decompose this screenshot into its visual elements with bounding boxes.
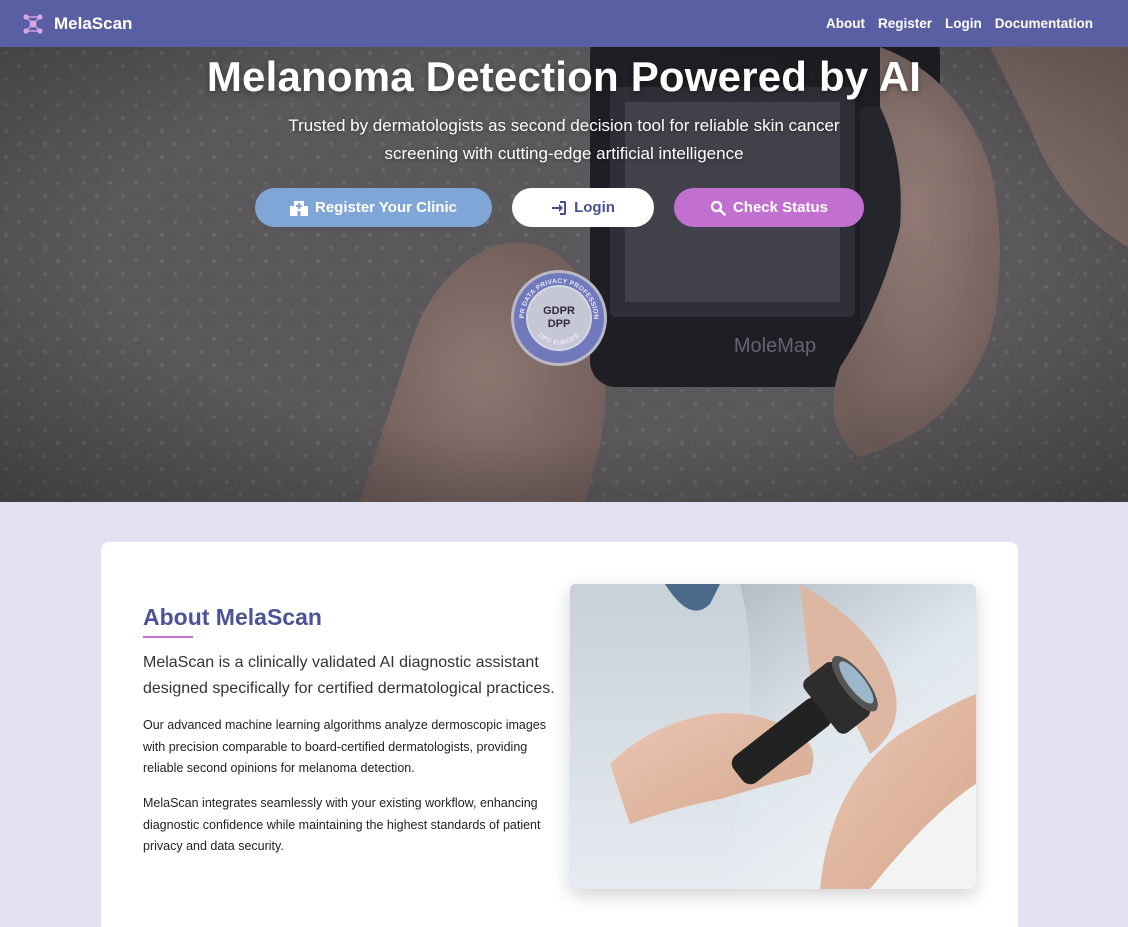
nav-link-register[interactable]: Register — [878, 16, 932, 31]
check-status-label: Check Status — [732, 199, 829, 216]
nav-link-login[interactable]: Login — [945, 16, 982, 31]
hero-buttons: Register Your Clinic Login Check Status — [0, 188, 1128, 227]
hero-title: Melanoma Detection Powered by AI — [206, 53, 922, 100]
register-clinic-button[interactable]: Register Your Clinic — [255, 188, 492, 227]
hero-content: Melanoma Detection Powered by AI Trusted… — [0, 47, 1128, 502]
about-title: About MelaScan — [143, 604, 322, 630]
molecule-icon — [23, 13, 43, 34]
gdpr-badge: GDPR DATA PRIVACY PROFESSIONAL DPO EUROP… — [507, 264, 608, 367]
hero-section: MoleMap Melanoma Detection Powered by AI… — [0, 47, 1128, 502]
about-card: About MelaScan MelaScan is a clinically … — [101, 542, 1018, 927]
nav-link-documentation[interactable]: Documentation — [995, 16, 1093, 31]
brand-name: MelaScan — [54, 13, 133, 33]
check-status-button[interactable]: Check Status — [674, 188, 864, 227]
about-lead-text: MelaScan is a clinically validated AI di… — [143, 654, 555, 697]
nav-link-about[interactable]: About — [826, 16, 865, 31]
gdpr-badge-line2: DPP — [547, 318, 571, 330]
about-paragraph-1: Our advanced machine learning algorithms… — [143, 718, 546, 775]
brand-link[interactable]: MelaScan — [20, 11, 132, 37]
dermatoscope-photo — [570, 584, 976, 889]
sign-in-icon — [552, 200, 567, 215]
nav-links: About Register Login Documentation — [826, 16, 1093, 31]
login-label: Login — [574, 199, 615, 216]
gdpr-badge-line1: GDPR — [543, 305, 575, 317]
top-navbar: MelaScan About Register Login Documentat… — [0, 0, 1128, 47]
login-button[interactable]: Login — [512, 188, 654, 227]
hospital-icon — [290, 200, 308, 216]
search-icon — [710, 200, 726, 216]
about-title-underline — [143, 636, 193, 638]
register-clinic-label: Register Your Clinic — [315, 199, 457, 216]
hero-subtitle: Trusted by dermatologists as second deci… — [288, 116, 840, 163]
dermatoscope-image — [570, 584, 976, 889]
about-paragraph-2: MelaScan integrates seamlessly with your… — [143, 796, 541, 853]
